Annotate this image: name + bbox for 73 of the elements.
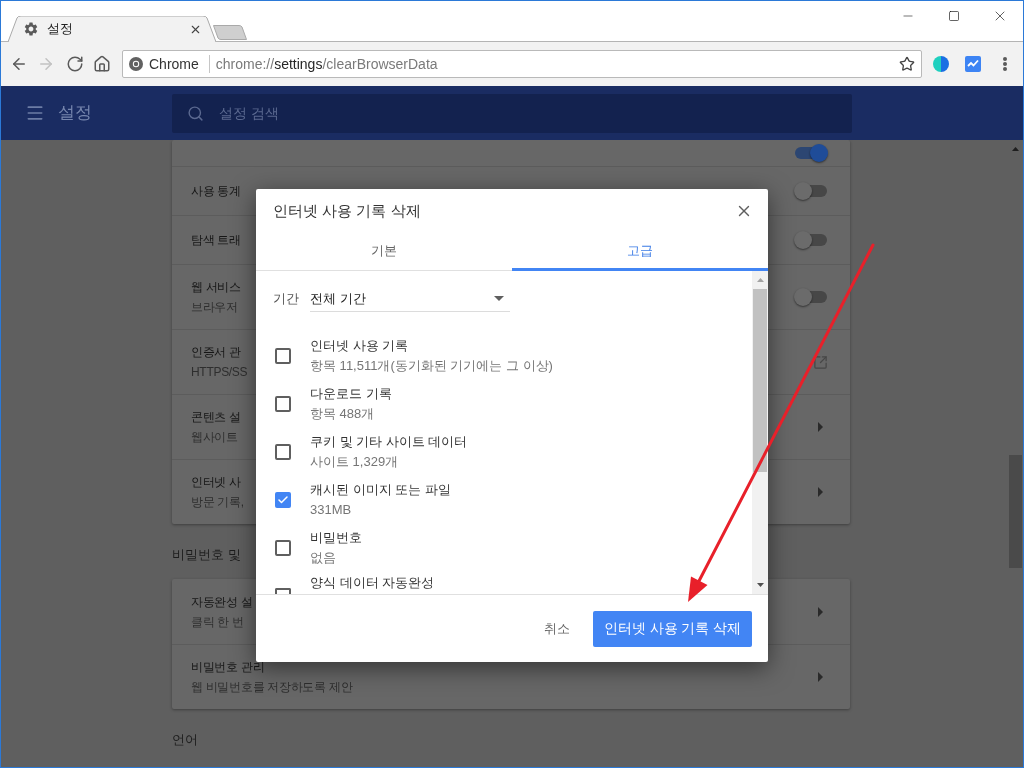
setting-title: 자동완성 설: [191, 593, 253, 611]
split-circle-icon: [933, 56, 949, 72]
menu-icon: [25, 103, 45, 123]
item-title: 인터넷 사용 기록: [310, 337, 409, 355]
checkbox[interactable]: [275, 396, 291, 412]
toggle-switch[interactable]: [794, 288, 828, 306]
kebab-menu-icon: [1003, 57, 1007, 71]
scroll-down-icon[interactable]: [756, 583, 764, 587]
house-icon: [93, 55, 111, 73]
setting-title: 인터넷 사: [191, 474, 241, 491]
item-title: 다운로드 기록: [310, 385, 392, 403]
setting-description: 웹사이트: [191, 429, 238, 446]
search-icon: [187, 104, 204, 122]
time-range-label: 기간: [273, 290, 299, 309]
setting-description: 브라우저: [191, 299, 238, 316]
item-title: 양식 데이터 자동완성: [310, 574, 435, 592]
search-field[interactable]: 설정 검색: [172, 93, 852, 133]
item-detail: 항목 488개: [310, 405, 375, 423]
item-title: 캐시된 이미지 또는 파일: [310, 481, 451, 499]
toggle-switch[interactable]: [794, 231, 828, 249]
caret-right-icon[interactable]: [818, 487, 823, 497]
item-detail: 사이트 1,329개: [310, 453, 399, 471]
checkbox[interactable]: [275, 444, 291, 460]
caret-right-icon[interactable]: [818, 422, 823, 432]
toggle-switch[interactable]: [794, 182, 828, 200]
maximize-icon: [948, 10, 960, 22]
new-tab-button[interactable]: [213, 25, 247, 40]
star-icon: [899, 56, 915, 72]
clear-data-button[interactable]: 인터넷 사용 기록 삭제: [593, 610, 752, 647]
browser-tab[interactable]: 설정: [8, 16, 216, 42]
setting-title: 사용 통계: [191, 183, 241, 200]
section-heading: 비밀번호 및: [172, 547, 241, 562]
scrollbar-thumb[interactable]: [753, 289, 767, 472]
item-title: 비밀번호: [310, 529, 362, 547]
check-icon: [277, 494, 289, 506]
gear-icon: [23, 21, 39, 37]
scroll-up-icon[interactable]: [756, 278, 764, 282]
dialog-tab[interactable]: 기본: [256, 231, 512, 271]
reload-icon: [66, 55, 84, 73]
item-detail: 331MB: [310, 501, 352, 519]
arrow-right-icon: [37, 55, 55, 73]
item-detail: 없음: [310, 549, 336, 567]
address-bar[interactable]: Chrome chrome://settings/clearBrowserData: [122, 50, 922, 78]
checkbox[interactable]: [275, 348, 291, 364]
caret-right-icon[interactable]: [818, 672, 823, 682]
tab-title: 설정: [47, 20, 73, 39]
toggle-switch[interactable]: [794, 144, 828, 162]
setting-title: 비밀번호 관리: [191, 659, 265, 676]
setting-title: 콘텐츠 설: [191, 409, 241, 426]
dialog-tab[interactable]: 고급: [512, 231, 768, 271]
time-range-select[interactable]: 전체 기간: [310, 286, 510, 312]
checkbox[interactable]: [275, 540, 291, 556]
dialog-title: 인터넷 사용 기록 삭제: [273, 200, 421, 221]
setting-title: 인증서 관: [191, 344, 241, 361]
scroll-up-icon[interactable]: [1011, 147, 1019, 151]
checkbox[interactable]: [275, 492, 291, 508]
setting-title: 탐색 트래: [191, 232, 241, 249]
page-title: 설정: [58, 102, 92, 125]
setting-description: HTTPS/SS: [191, 364, 248, 381]
external-link-icon[interactable]: [813, 354, 828, 370]
section-heading: 언어: [172, 732, 198, 747]
setting-title: 웹 서비스: [191, 279, 241, 296]
site-label: Chrome: [149, 54, 199, 74]
chart-tile-icon: [965, 56, 981, 72]
url-text: chrome://settings/clearBrowserData: [215, 54, 438, 74]
caret-right-icon[interactable]: [818, 606, 823, 617]
cancel-button[interactable]: 취소: [531, 610, 583, 647]
logo-icon: [129, 57, 143, 71]
scrollbar-thumb[interactable]: [1008, 455, 1022, 568]
item-detail: 항목 11,511개(동기화된 기기에는 그 이상): [310, 357, 553, 375]
checkbox[interactable]: [275, 588, 291, 594]
item-title: 쿠키 및 기타 사이트 데이터: [310, 433, 468, 451]
caret-down-icon: [494, 296, 504, 301]
